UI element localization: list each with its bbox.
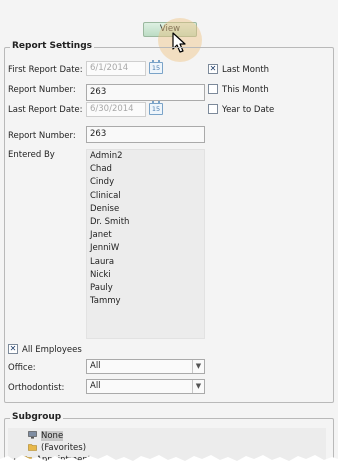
last-month-label: Last Month <box>222 65 270 75</box>
report-number-field[interactable]: 263 <box>86 84 205 101</box>
list-item[interactable]: Pauly <box>87 282 204 295</box>
last-report-date-label: Last Report Date: <box>8 105 83 115</box>
this-month-label: This Month <box>222 85 269 95</box>
folder-icon <box>28 444 37 451</box>
torn-edge <box>0 455 338 466</box>
report-number-field[interactable]: 263 <box>86 126 205 143</box>
tree-item-none[interactable]: None <box>28 431 64 442</box>
list-item[interactable]: Chad <box>87 163 204 176</box>
first-report-date-field[interactable]: 6/1/2014 <box>86 61 146 76</box>
orthodontist-value: All <box>90 381 101 391</box>
report-options-panel: View Report Settings First Report Date: … <box>0 0 338 466</box>
subgroup-title: Subgroup <box>10 412 64 422</box>
calendar-icon[interactable]: 15 <box>149 60 163 74</box>
list-item[interactable]: Dr. Smith <box>87 216 204 229</box>
list-item[interactable]: Tammy <box>87 295 204 308</box>
last-month-checkbox[interactable]: ✕ <box>208 64 218 74</box>
list-item[interactable]: Cindy <box>87 176 204 189</box>
entered-by-list[interactable]: Admin2 Chad Cindy Clinical Denise Dr. Smith Ja… <box>86 149 205 339</box>
calendar-icon[interactable]: 15 <box>149 101 163 115</box>
list-item[interactable]: Denise <box>87 203 204 216</box>
tree-item-label: (Favorites) <box>41 443 87 453</box>
report-settings-title: Report Settings <box>10 41 95 51</box>
year-to-date-label: Year to Date <box>222 105 275 115</box>
office-label: Office: <box>8 363 36 373</box>
tree-item-label: None <box>41 431 64 441</box>
list-item[interactable]: JenniW <box>87 242 204 255</box>
orthodontist-select[interactable]: All ▼ <box>86 379 205 394</box>
report-number-label: Report Number: <box>8 85 76 95</box>
all-employees-label: All Employees <box>22 345 82 355</box>
office-select[interactable]: All ▼ <box>86 359 205 374</box>
list-item[interactable]: Nicki <box>87 269 204 282</box>
this-month-checkbox[interactable] <box>208 84 218 94</box>
orthodontist-label: Orthodontist: <box>8 383 65 393</box>
computer-icon <box>28 431 37 439</box>
report-number-label: Report Number: <box>8 131 76 141</box>
all-employees-checkbox[interactable]: ✕ <box>8 344 18 354</box>
chevron-down-icon[interactable]: ▼ <box>192 360 204 373</box>
first-report-date-label: First Report Date: <box>8 65 83 75</box>
last-report-date-field[interactable]: 6/30/2014 <box>86 102 146 117</box>
list-item[interactable]: Clinical <box>87 190 204 203</box>
list-item[interactable]: Janet <box>87 229 204 242</box>
list-item[interactable]: Laura <box>87 256 204 269</box>
list-item[interactable]: Admin2 <box>87 150 204 163</box>
entered-by-label: Entered By <box>8 150 55 160</box>
chevron-down-icon[interactable]: ▼ <box>192 380 204 393</box>
year-to-date-checkbox[interactable] <box>208 104 218 114</box>
office-value: All <box>90 361 101 371</box>
